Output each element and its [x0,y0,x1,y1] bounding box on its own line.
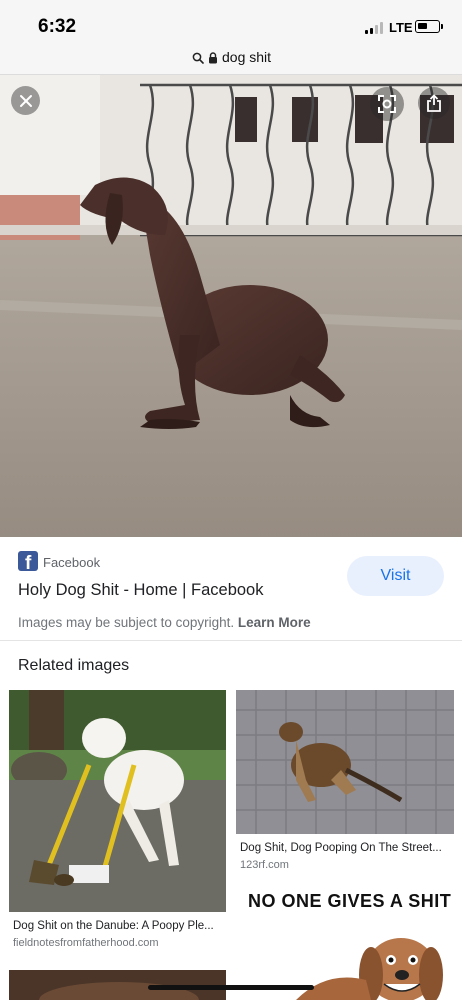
related-title-1[interactable]: Dog Shit on the Danube: A Poopy Ple... [13,920,225,932]
related-image-3[interactable]: NO ONE GIVES A SHIT [236,887,454,1000]
result-panel: f Facebook Holy Dog Shit - Home | Facebo… [0,537,462,641]
home-indicator[interactable] [148,985,314,990]
lock-icon [209,52,217,64]
related-title-2[interactable]: Dog Shit, Dog Pooping On The Street... [240,842,452,854]
white-dog-photo [9,690,226,912]
lens-button[interactable] [370,87,404,121]
related-image-1[interactable] [9,690,226,912]
close-button[interactable] [11,86,40,115]
copyright-notice: Images may be subject to copyright. Lear… [18,615,311,630]
learn-more-link[interactable]: Learn More [238,615,311,630]
result-title[interactable]: Holy Dog Shit - Home | Facebook [18,581,263,600]
url-bar[interactable]: dog shit [0,48,462,75]
url-text: dog shit [222,49,272,65]
battery-icon [415,20,440,33]
related-source-1: fieldnotesfromfatherhood.com [13,937,159,949]
status-bar: 6:32 LTE [0,0,462,48]
dog-photo [0,75,462,537]
related-source-2: 123rf.com [240,859,289,871]
copyright-text: Images may be subject to copyright. [18,615,235,630]
signal-icon [365,22,385,34]
source-name[interactable]: Facebook [43,555,100,570]
network-type: LTE [389,20,413,35]
related-heading: Related images [18,657,130,674]
street-dog-photo [236,690,454,834]
main-image[interactable] [0,75,462,537]
share-icon [427,94,441,112]
close-icon [19,94,32,107]
facebook-icon: f [18,551,38,571]
battery-tip [441,24,443,29]
visit-button[interactable]: Visit [347,556,444,596]
status-time: 6:32 [38,16,77,37]
share-button[interactable] [418,87,450,119]
lens-icon [378,95,396,113]
image-viewer-page: 6:32 LTE dog shit f Facebook Holy Dog Sh… [0,0,462,1000]
related-image-2[interactable] [236,690,454,834]
meme-caption: NO ONE GIVES A SHIT [248,891,452,911]
search-icon [192,52,204,64]
